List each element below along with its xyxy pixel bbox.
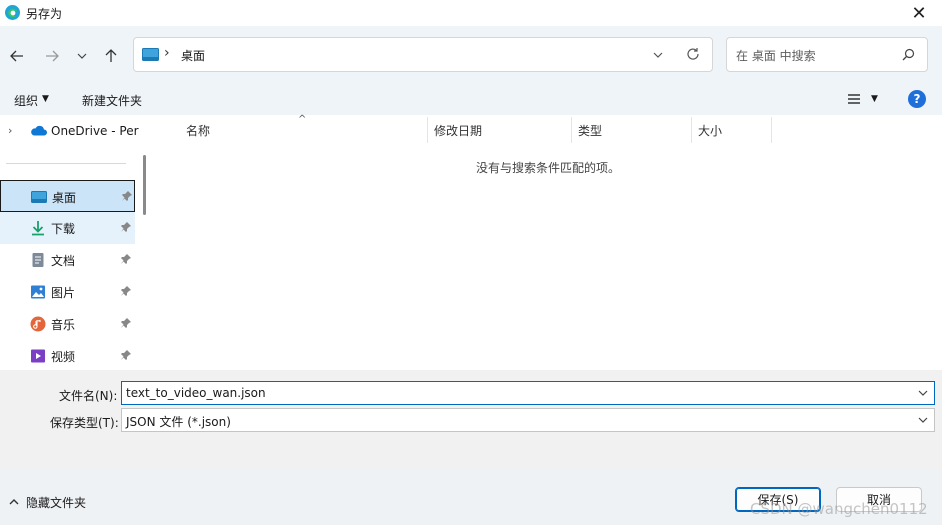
music-icon (30, 316, 46, 332)
arrow-left-icon (10, 50, 23, 62)
pin-icon (121, 222, 131, 232)
pin-icon (121, 254, 131, 264)
sidebar-item-label: 音乐 (51, 318, 76, 332)
window-title: 另存为 (26, 7, 63, 21)
close-button[interactable]: ✕ (896, 0, 942, 26)
column-divider[interactable] (427, 117, 428, 143)
column-header-modified[interactable]: 修改日期 (434, 122, 482, 139)
sidebar-item-label: OneDrive - Per (51, 124, 139, 138)
document-icon (32, 253, 44, 267)
pin-icon (121, 286, 131, 296)
desktop-icon (142, 48, 159, 61)
forward-button[interactable] (41, 45, 63, 67)
file-list: ^ 名称 修改日期 类型 大小 没有与搜索条件匹配的项。 (150, 114, 942, 370)
pin-icon (121, 350, 131, 360)
chevron-down-icon[interactable] (917, 387, 929, 399)
back-button[interactable] (6, 45, 28, 67)
arrow-right-icon (46, 50, 59, 62)
save-form: 文件名(N): text_to_video_wan.json 保存类型(T): … (0, 370, 942, 470)
filetype-label: 保存类型(T): (50, 416, 119, 430)
caret-down-icon: ▼ (42, 94, 49, 104)
hide-folders-toggle[interactable]: 隐藏文件夹 (26, 494, 86, 511)
close-icon: ✕ (911, 2, 927, 24)
navigation-pane: › OneDrive - Per 桌面 下载 文档 图片 音乐 视频 (0, 115, 150, 370)
recent-locations-button[interactable] (71, 45, 93, 67)
sidebar-item-downloads[interactable]: 下载 (0, 212, 135, 244)
sidebar-item-label: 视频 (51, 350, 76, 364)
navigation-bar: › 桌面 在 桌面 中搜索 (0, 26, 942, 85)
column-header-size[interactable]: 大小 (698, 122, 722, 139)
search-icon (902, 48, 915, 61)
sidebar-item-documents[interactable]: 文档 (0, 244, 135, 276)
pin-icon (121, 318, 131, 328)
video-icon (31, 349, 45, 363)
filename-value: text_to_video_wan.json (126, 386, 266, 400)
watermark: CSDN @wangchen0112 (750, 500, 928, 518)
sidebar-item-onedrive[interactable]: › OneDrive - Per (0, 115, 140, 147)
sidebar-item-label: 文档 (51, 254, 76, 268)
chevron-down-icon[interactable] (917, 414, 929, 426)
sidebar-scrollbar[interactable] (143, 155, 146, 215)
view-options-icon[interactable] (846, 92, 862, 106)
title-bar: 另存为 ✕ (0, 0, 942, 26)
desktop-icon (31, 191, 47, 203)
dialog-footer: 隐藏文件夹 保存(S) 取消 CSDN @wangchen0112 (0, 470, 942, 525)
filetype-select[interactable]: JSON 文件 (*.json) (121, 408, 935, 432)
caret-down-icon[interactable]: ▼ (871, 94, 878, 104)
sidebar-item-pictures[interactable]: 图片 (0, 276, 135, 308)
up-button[interactable] (100, 45, 122, 67)
search-input[interactable]: 在 桌面 中搜索 (726, 37, 928, 72)
sidebar-item-label: 下载 (51, 222, 76, 236)
column-header-type[interactable]: 类型 (578, 122, 602, 139)
column-divider[interactable] (771, 117, 772, 143)
help-icon: ? (913, 92, 921, 106)
pin-icon (122, 191, 132, 201)
column-divider[interactable] (571, 117, 572, 143)
filename-label: 文件名(N): (59, 389, 118, 403)
column-header-name[interactable]: 名称 (186, 122, 210, 139)
empty-list-message: 没有与搜索条件匹配的项。 (476, 161, 621, 175)
sidebar-item-videos[interactable]: 视频 (0, 340, 135, 370)
filetype-value: JSON 文件 (*.json) (126, 415, 231, 429)
help-button[interactable]: ? (908, 90, 926, 108)
chevron-down-icon (77, 53, 87, 59)
breadcrumb-separator: › (164, 45, 170, 61)
sidebar-item-music[interactable]: 音乐 (0, 308, 135, 340)
sidebar-item-desktop[interactable]: 桌面 (0, 180, 135, 212)
cloud-icon (31, 125, 47, 136)
search-placeholder: 在 桌面 中搜索 (736, 49, 816, 63)
new-folder-button[interactable]: 新建文件夹 (82, 92, 142, 109)
download-icon (32, 221, 44, 236)
command-toolbar: 组织 ▼ 新建文件夹 ▼ ? (0, 85, 942, 115)
sort-indicator-icon: ^ (298, 114, 307, 125)
chevron-right-icon[interactable]: › (8, 124, 12, 137)
filename-field[interactable]: text_to_video_wan.json (121, 381, 935, 405)
picture-icon (31, 285, 45, 299)
breadcrumb-desktop[interactable]: 桌面 (181, 47, 205, 64)
chevron-up-icon[interactable] (8, 496, 20, 508)
sidebar-item-label: 桌面 (52, 191, 77, 205)
organize-menu[interactable]: 组织 (14, 92, 38, 109)
address-bar[interactable]: › 桌面 (133, 37, 713, 72)
sidebar-item-label: 图片 (51, 286, 76, 300)
edge-app-icon (5, 5, 20, 20)
chevron-down-icon[interactable] (652, 49, 664, 61)
arrow-up-icon (105, 49, 117, 62)
refresh-icon[interactable] (686, 47, 700, 61)
sidebar-divider (6, 163, 126, 164)
column-divider[interactable] (691, 117, 692, 143)
